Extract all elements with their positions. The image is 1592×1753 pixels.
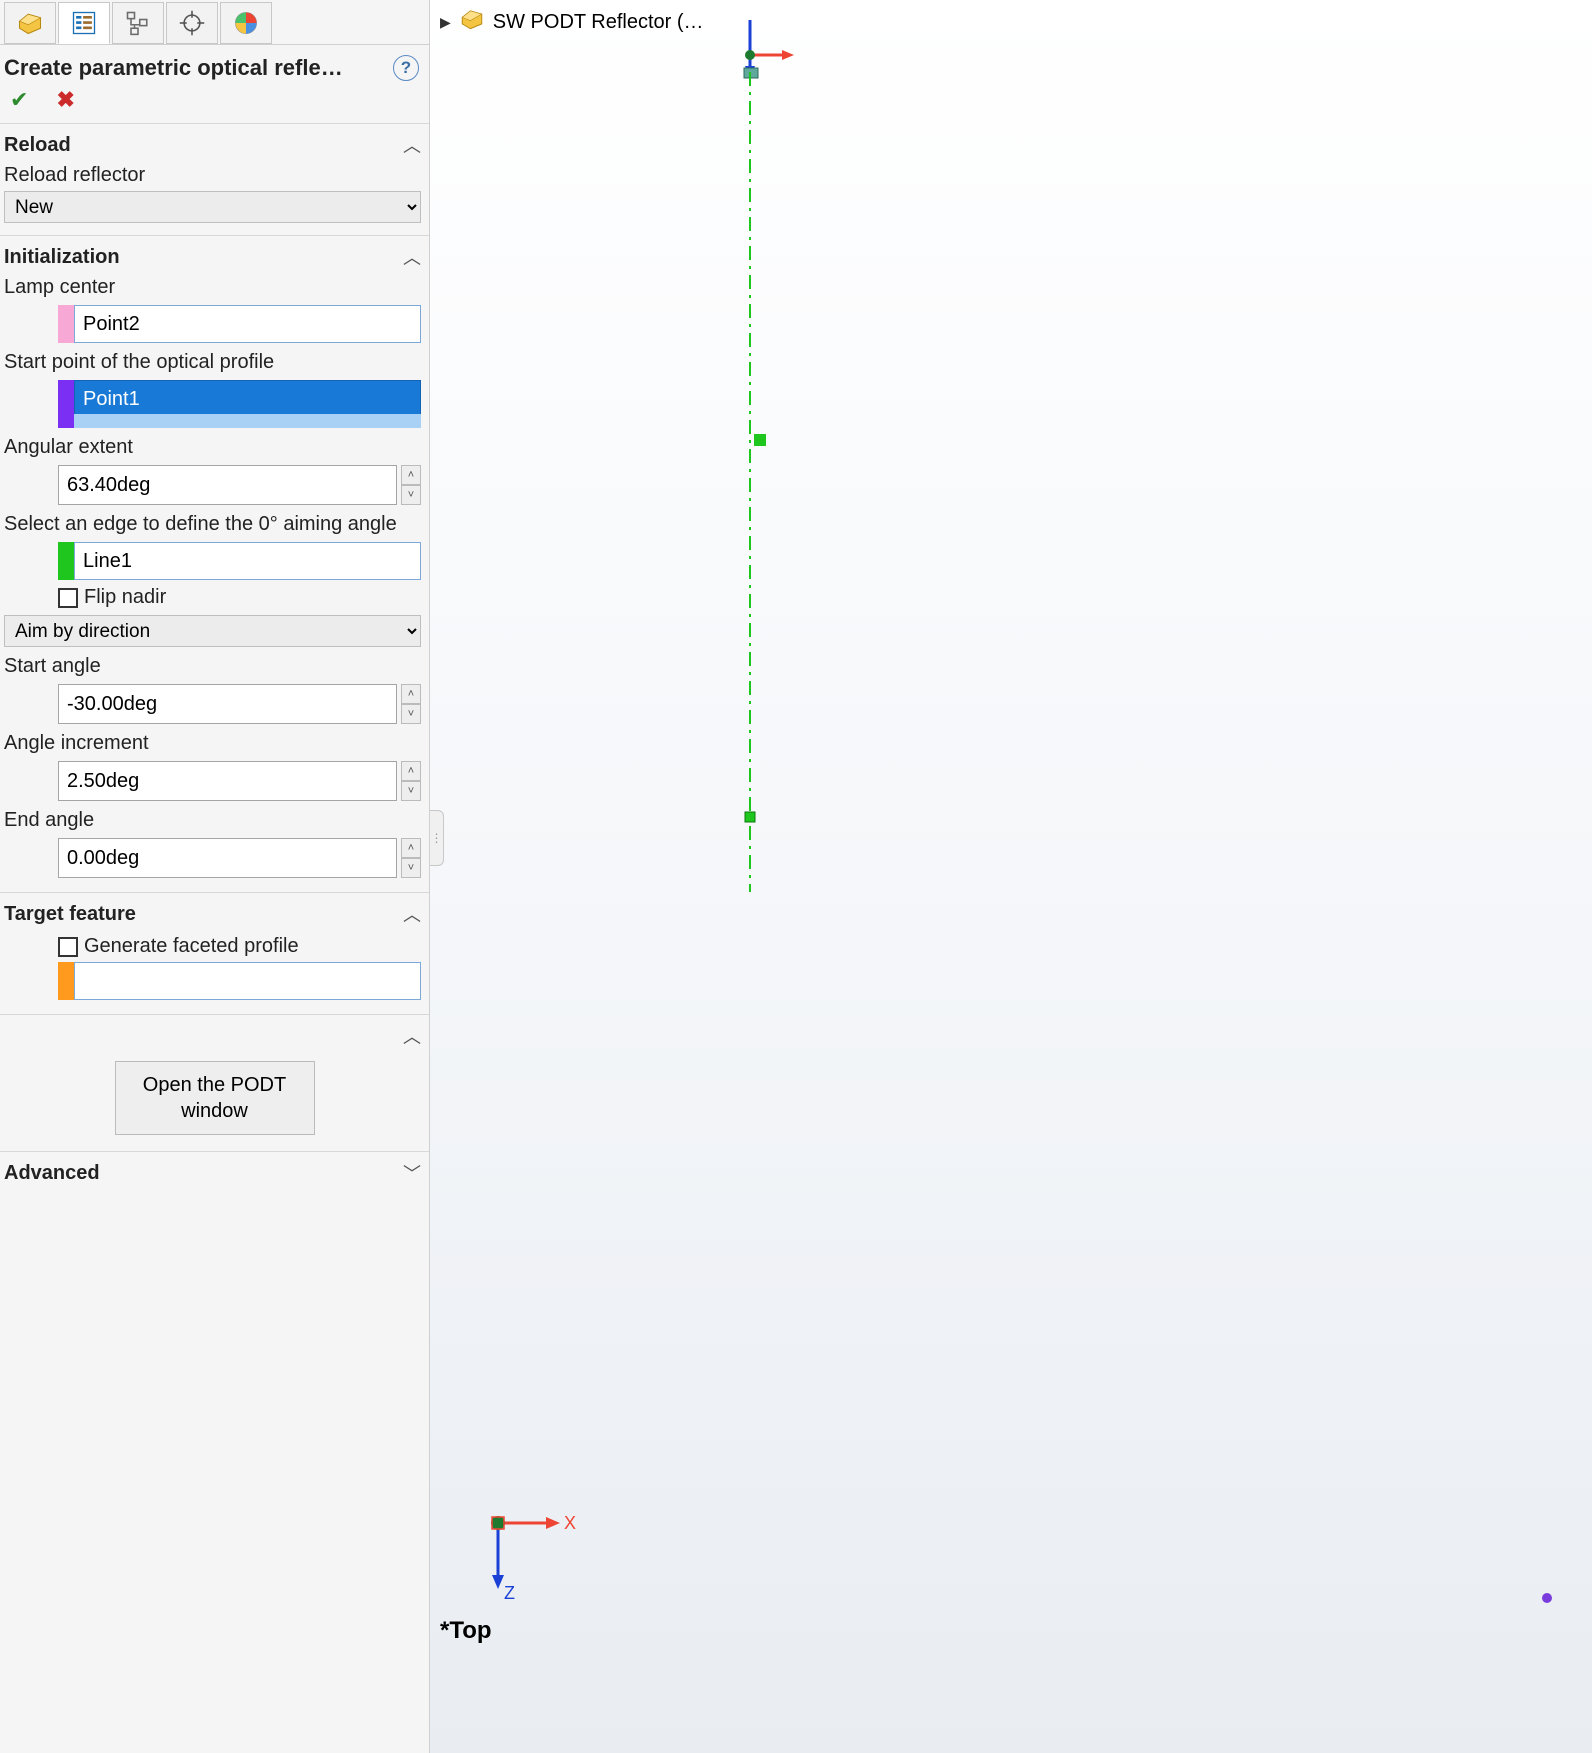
part-icon xyxy=(459,6,485,38)
swatch-target xyxy=(58,962,74,1000)
label-end-angle: End angle xyxy=(0,807,429,834)
property-panel: Create parametric optical refle… ? ✔ ✖ R… xyxy=(0,0,430,1753)
label-generate-faceted: Generate faceted profile xyxy=(84,935,299,958)
chevron-up-icon: ︿ xyxy=(403,901,421,927)
lamp-center-input[interactable] xyxy=(74,305,421,343)
tab-appearance-icon[interactable] xyxy=(220,2,272,44)
spinner-up-icon[interactable]: ˄ xyxy=(401,684,421,704)
section-title-advanced: Advanced xyxy=(4,1162,403,1185)
chevron-up-icon: ︿ xyxy=(403,244,421,270)
section-title-init: Initialization xyxy=(4,246,403,269)
svg-text:X: X xyxy=(564,1513,576,1533)
section-initialization: Initialization ︿ Lamp center Start point… xyxy=(0,236,429,893)
graphics-viewport[interactable]: ▶ SW PODT Reflector (… X xyxy=(430,0,1592,1753)
spinner-down-icon[interactable]: ˅ xyxy=(401,485,421,505)
tab-feature-icon[interactable] xyxy=(4,2,56,44)
section-title-target: Target feature xyxy=(4,903,403,926)
spinner-down-icon[interactable]: ˅ xyxy=(401,704,421,724)
section-header-target[interactable]: Target feature ︿ xyxy=(0,899,429,931)
panel-resize-handle[interactable]: ⋮ xyxy=(430,810,444,866)
cancel-icon[interactable]: ✖ xyxy=(56,87,74,113)
section-podt: ︿ Open the PODT window xyxy=(0,1015,429,1152)
label-start-angle: Start angle xyxy=(0,653,429,680)
chevron-down-icon: ﹀ xyxy=(403,1160,421,1186)
start-angle-input[interactable] xyxy=(58,684,397,724)
spinner-up-icon[interactable]: ˄ xyxy=(401,465,421,485)
tab-hierarchy-icon[interactable] xyxy=(112,2,164,44)
swatch-edge xyxy=(58,542,74,580)
tree-item-label: SW PODT Reflector (… xyxy=(493,11,704,34)
section-title-reload: Reload xyxy=(4,134,403,157)
spinner-up-icon[interactable]: ˄ xyxy=(401,838,421,858)
aiming-edge-input[interactable] xyxy=(74,542,421,580)
label-angle-increment: Angle increment xyxy=(0,730,429,757)
angle-increment-input[interactable] xyxy=(58,761,397,801)
marker-dot xyxy=(1542,1593,1552,1603)
selection-highlight xyxy=(74,414,421,428)
chevron-up-icon: ︿ xyxy=(403,132,421,158)
spinner-down-icon[interactable]: ˅ xyxy=(401,858,421,878)
feature-tree-row[interactable]: ▶ SW PODT Reflector (… xyxy=(440,6,704,38)
label-flip-nadir: Flip nadir xyxy=(84,586,166,609)
tab-properties-icon[interactable] xyxy=(58,2,110,44)
section-target-feature: Target feature ︿ Generate faceted profil… xyxy=(0,893,429,1015)
help-icon[interactable]: ? xyxy=(393,55,419,81)
ok-icon[interactable]: ✔ xyxy=(10,87,28,113)
flip-nadir-checkbox[interactable] xyxy=(58,588,78,608)
section-header-advanced[interactable]: Advanced ﹀ xyxy=(0,1158,429,1190)
panel-title: Create parametric optical refle… xyxy=(4,55,393,81)
section-header-reload[interactable]: Reload ︿ xyxy=(0,130,429,162)
tree-expand-icon[interactable]: ▶ xyxy=(440,14,451,31)
generate-faceted-checkbox[interactable] xyxy=(58,937,78,957)
panel-tab-strip xyxy=(0,0,429,45)
label-angular-extent: Angular extent xyxy=(0,434,429,461)
section-header-initialization[interactable]: Initialization ︿ xyxy=(0,242,429,274)
construction-line xyxy=(742,72,772,892)
reload-reflector-select[interactable]: New xyxy=(4,191,421,223)
swatch-lamp-center xyxy=(58,305,74,343)
spinner-up-icon[interactable]: ˄ xyxy=(401,761,421,781)
target-feature-input[interactable] xyxy=(74,962,421,1000)
label-start-point: Start point of the optical profile xyxy=(0,349,429,376)
spinner-down-icon[interactable]: ˅ xyxy=(401,781,421,801)
svg-text:Z: Z xyxy=(504,1583,515,1603)
section-header-podt[interactable]: ︿ xyxy=(0,1021,429,1053)
chevron-up-icon: ︿ xyxy=(403,1023,421,1049)
tab-target-icon[interactable] xyxy=(166,2,218,44)
view-triad: X Z xyxy=(480,1503,580,1613)
swatch-start-point xyxy=(58,380,74,428)
section-reload: Reload ︿ Reload reflector New xyxy=(0,124,429,236)
open-podt-button[interactable]: Open the PODT window xyxy=(115,1061,315,1135)
aim-by-select[interactable]: Aim by direction xyxy=(4,615,421,647)
label-reload-reflector: Reload reflector xyxy=(0,162,429,189)
angular-extent-input[interactable] xyxy=(58,465,397,505)
section-advanced: Advanced ﹀ xyxy=(0,1152,429,1198)
label-aiming-edge: Select an edge to define the 0° aiming a… xyxy=(0,511,429,538)
view-orientation-label: *Top xyxy=(440,1617,492,1645)
end-angle-input[interactable] xyxy=(58,838,397,878)
label-lamp-center: Lamp center xyxy=(0,274,429,301)
